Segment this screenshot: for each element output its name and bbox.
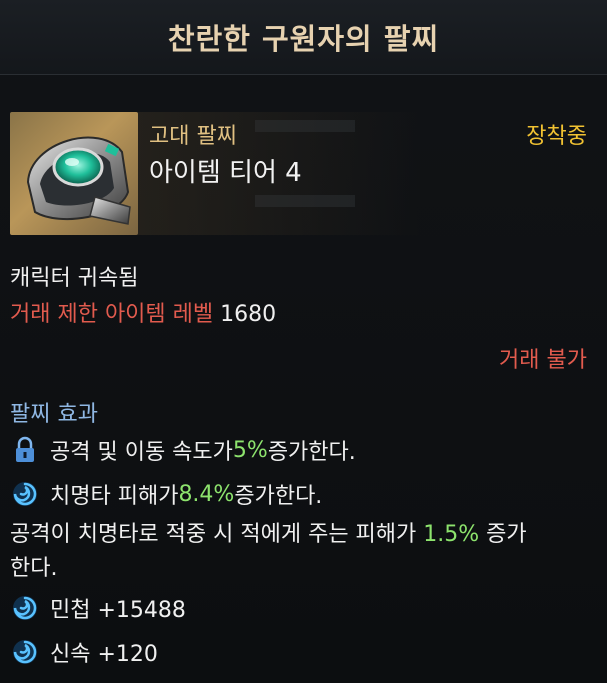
swirl-icon xyxy=(10,637,40,667)
effect-attack-speed: 공격 및 이동 속도가 5% 증가한다. xyxy=(10,434,356,466)
effects-title: 팔찌 효과 xyxy=(10,402,98,427)
stat-swiftness: 신속 +120 xyxy=(10,636,158,668)
effect-text: 증가한다. xyxy=(234,484,323,509)
lock-icon xyxy=(10,435,40,465)
item-grade: 고대 팔찌 xyxy=(149,124,237,149)
equipped-badge: 장착중 xyxy=(526,124,587,149)
effect-text: 증가한다. xyxy=(267,440,356,465)
stat-agility: 민첩 +15488 xyxy=(10,592,186,624)
level-requirement: 거래 제한 아이템 레벨 1680 xyxy=(10,296,276,328)
effect-text: 치명타 피해가 xyxy=(50,484,179,509)
bracelet-icon xyxy=(10,112,138,235)
level-requirement-value: 1680 xyxy=(220,302,277,327)
swirl-icon xyxy=(10,593,40,623)
item-tier: 아이템 티어 4 xyxy=(149,158,302,188)
effect-text-continued: 한다. xyxy=(10,556,58,581)
swirl-icon xyxy=(10,479,40,509)
effect-crit-damage: 치명타 피해가 8.4% 증가한다. xyxy=(10,478,322,510)
item-tooltip: 찬란한 구원자의 팔찌 고대 팔찌 아이템 티어 4 장착중 캐릭터 귀속됨 거… xyxy=(0,0,607,683)
effect-value: 1.5% xyxy=(423,522,480,547)
effect-value: 8.4% xyxy=(178,481,235,507)
effect-text: 공격이 치명타로 적중 시 적에게 주는 피해가 xyxy=(10,522,424,547)
binding-status: 캐릭터 귀속됨 xyxy=(10,266,139,291)
title-bar: 찬란한 구원자의 팔찌 xyxy=(0,0,607,75)
effect-text: 공격 및 이동 속도가 xyxy=(50,440,233,465)
level-requirement-label: 거래 제한 아이템 레벨 xyxy=(10,302,214,327)
item-name: 찬란한 구원자의 팔찌 xyxy=(167,22,440,56)
stat-text: 민첩 +15488 xyxy=(50,598,186,623)
effect-text: 증가 xyxy=(479,522,527,547)
stat-text: 신속 +120 xyxy=(50,642,158,667)
effect-crit-hit-damage: 공격이 치명타로 적중 시 적에게 주는 피해가 1.5% 증가 한다. xyxy=(10,518,600,586)
effect-value: 5% xyxy=(232,437,268,463)
trade-status: 거래 불가 xyxy=(499,348,587,373)
